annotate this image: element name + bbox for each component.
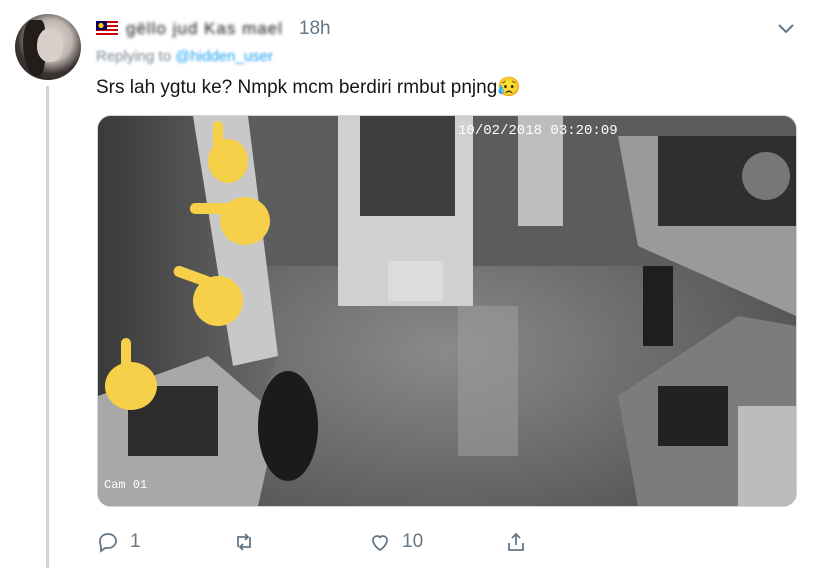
replying-to-label: Replying to [96,48,172,65]
avatar-face [37,28,63,62]
author-name[interactable]: gëllo jud Kas mael [126,19,283,39]
like-button[interactable]: 10 [368,526,423,558]
chevron-down-icon[interactable] [775,20,797,38]
thread-line [46,86,49,568]
tweet-actions: 1 10 [96,526,576,558]
malaysia-flag-icon [96,21,118,37]
retweet-button[interactable] [232,526,266,558]
tweet-timestamp[interactable]: 18h [299,18,331,40]
tweet-header: gëllo jud Kas mael 18h [96,15,331,43]
heart-icon [372,535,388,552]
tweet-media[interactable]: 10/02/2018 03:20:09 Cam 01 [97,115,797,507]
tweet-text: Srs lah ygtu ke? Nmpk mcm berdiri rmbut … [96,77,521,98]
overlay-timestamp: 10/02/2018 03:20:09 [458,123,618,139]
share-button[interactable] [504,526,528,558]
like-count: 10 [402,531,424,552]
camera-label: Cam 01 [104,478,147,492]
reply-button[interactable]: 1 [96,526,141,558]
cctv-image: 10/02/2018 03:20:09 Cam 01 [98,116,796,506]
reply-icon [99,533,117,553]
retweet-icon [237,533,251,551]
replying-to-handle[interactable]: @hidden_user [175,48,273,65]
reply-count: 1 [130,531,141,552]
share-icon [508,532,524,551]
replying-to: Replying to @hidden_user [96,48,273,65]
avatar[interactable] [15,14,81,80]
